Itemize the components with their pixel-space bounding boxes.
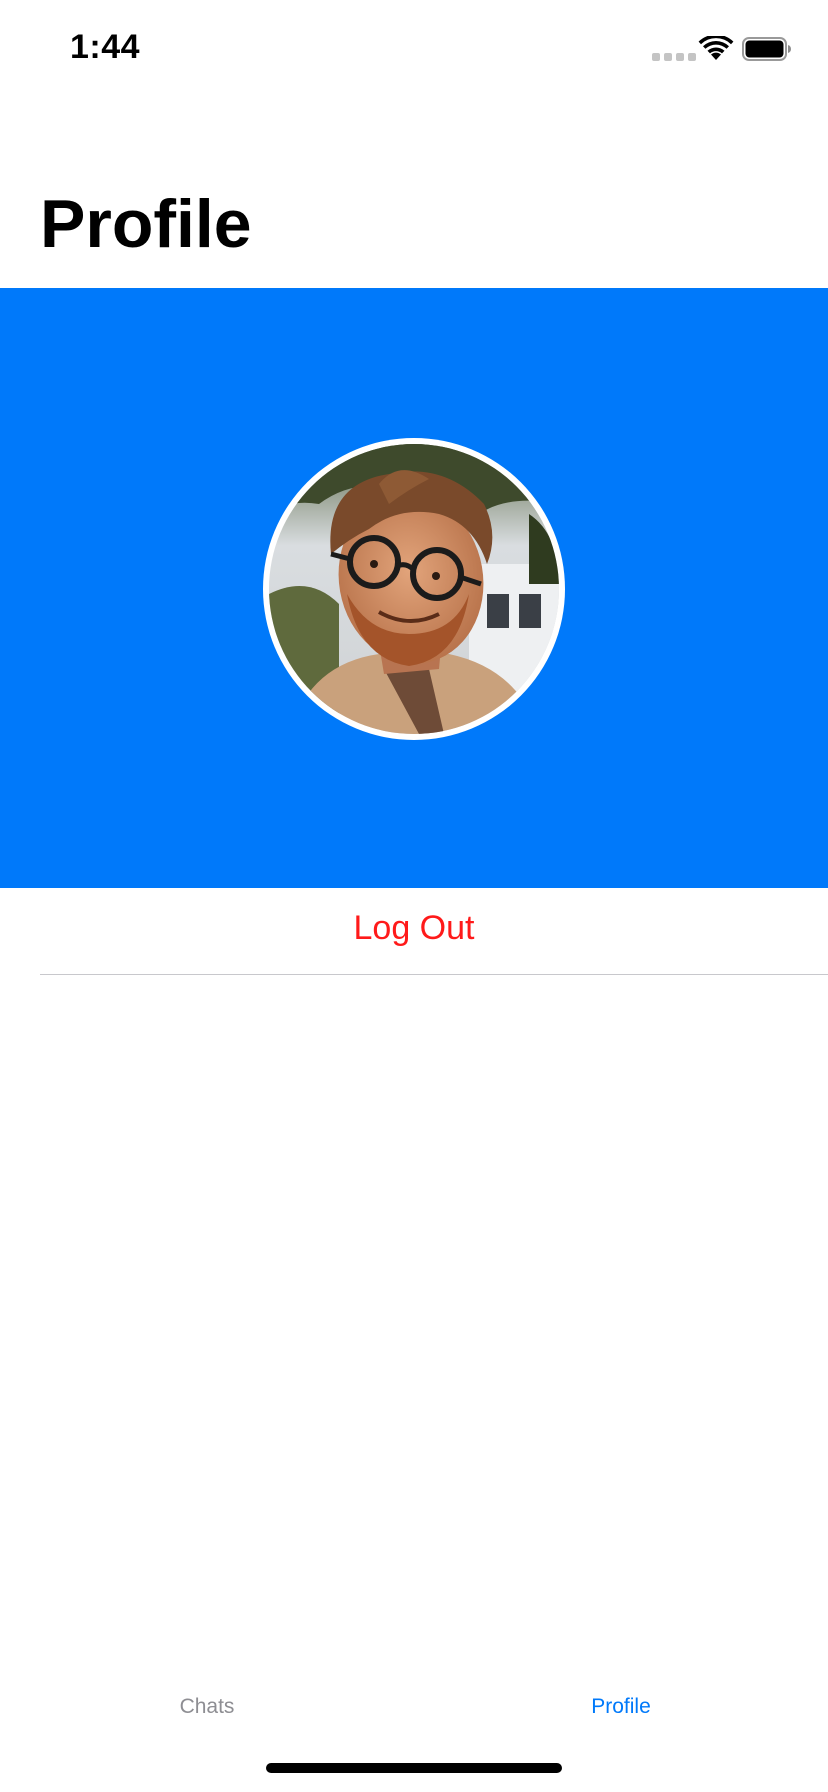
- status-bar: 1:44: [0, 0, 828, 100]
- logout-label: Log Out: [353, 908, 475, 947]
- tab-chats[interactable]: Chats: [0, 1672, 414, 1742]
- home-indicator[interactable]: [266, 1763, 562, 1773]
- wifi-icon: [698, 36, 734, 60]
- divider: [40, 974, 828, 975]
- profile-photo: [269, 444, 559, 734]
- tab-profile[interactable]: Profile: [414, 1672, 828, 1742]
- tab-bar: Chats Profile: [0, 1672, 828, 1742]
- status-time: 1:44: [70, 28, 141, 66]
- battery-icon: [742, 37, 791, 61]
- page-title: Profile: [40, 186, 252, 262]
- avatar: [263, 438, 565, 740]
- logout-button[interactable]: Log Out: [0, 888, 828, 974]
- signal-icon: [652, 53, 696, 61]
